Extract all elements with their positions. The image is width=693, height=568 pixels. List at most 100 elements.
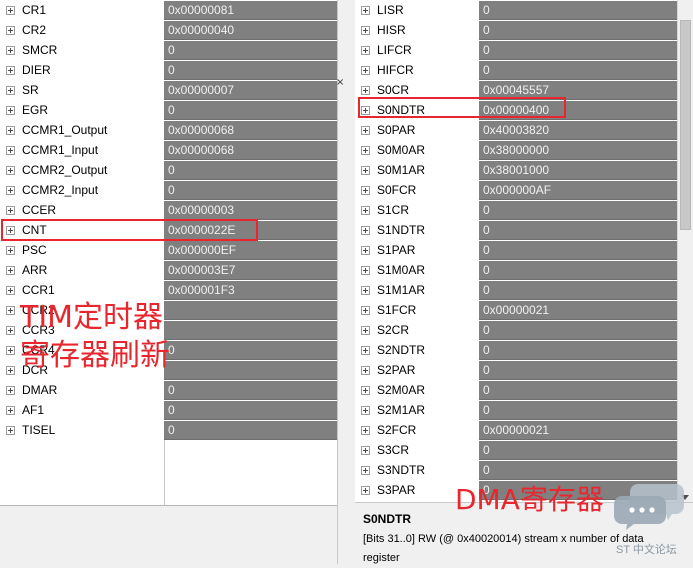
- tim-row-cr2[interactable]: CR2 0x00000040: [0, 20, 337, 40]
- register-value[interactable]: 0x00000021: [479, 420, 677, 440]
- register-value[interactable]: [164, 360, 337, 380]
- tim-row-ccmr1_output[interactable]: CCMR1_Output 0x00000068: [0, 120, 337, 140]
- expand-plus-icon[interactable]: [361, 25, 370, 35]
- register-value[interactable]: 0: [479, 220, 677, 240]
- expand-plus-icon[interactable]: [361, 85, 370, 95]
- expand-plus-icon[interactable]: [361, 125, 370, 135]
- register-value[interactable]: 0: [479, 340, 677, 360]
- register-value[interactable]: 0: [479, 380, 677, 400]
- expand-plus-icon[interactable]: [361, 205, 370, 215]
- dma-row-s1m0ar[interactable]: S1M0AR 0: [355, 260, 677, 280]
- expand-plus-icon[interactable]: [6, 165, 15, 175]
- expand-plus-icon[interactable]: [361, 5, 370, 15]
- register-value[interactable]: 0: [479, 60, 677, 80]
- expand-plus-icon[interactable]: [361, 285, 370, 295]
- expand-plus-icon[interactable]: [361, 225, 370, 235]
- tim-row-ccmr2_input[interactable]: CCMR2_Input 0: [0, 180, 337, 200]
- expand-plus-icon[interactable]: [6, 185, 15, 195]
- register-value[interactable]: 0x00000021: [479, 300, 677, 320]
- register-value[interactable]: 0x000000EF: [164, 240, 337, 260]
- expand-plus-icon[interactable]: [6, 125, 15, 135]
- dma-row-hifcr[interactable]: HIFCR 0: [355, 60, 677, 80]
- expand-plus-icon[interactable]: [6, 85, 15, 95]
- register-value[interactable]: 0x000001F3: [164, 280, 337, 300]
- expand-plus-icon[interactable]: [361, 145, 370, 155]
- dma-vertical-scrollbar[interactable]: [677, 0, 693, 502]
- dma-row-lifcr[interactable]: LIFCR 0: [355, 40, 677, 60]
- register-value[interactable]: 0: [479, 280, 677, 300]
- register-value[interactable]: 0: [479, 460, 677, 480]
- expand-plus-icon[interactable]: [361, 185, 370, 195]
- register-value[interactable]: 0: [164, 40, 337, 60]
- dma-row-s2cr[interactable]: S2CR 0: [355, 320, 677, 340]
- tim-row-tisel[interactable]: TISEL 0: [0, 420, 337, 440]
- dma-row-s0m1ar[interactable]: S0M1AR 0x38001000: [355, 160, 677, 180]
- expand-plus-icon[interactable]: [361, 165, 370, 175]
- register-value[interactable]: 0: [479, 200, 677, 220]
- register-value[interactable]: 0: [479, 240, 677, 260]
- expand-plus-icon[interactable]: [6, 325, 15, 335]
- tim-row-arr[interactable]: ARR 0x000003E7: [0, 260, 337, 280]
- register-value[interactable]: 0: [479, 260, 677, 280]
- expand-plus-icon[interactable]: [361, 305, 370, 315]
- register-value[interactable]: 0: [479, 40, 677, 60]
- dma-row-s1par[interactable]: S1PAR 0: [355, 240, 677, 260]
- dma-row-s1cr[interactable]: S1CR 0: [355, 200, 677, 220]
- expand-plus-icon[interactable]: [6, 245, 15, 255]
- expand-plus-icon[interactable]: [6, 145, 15, 155]
- dma-row-s3cr[interactable]: S3CR 0: [355, 440, 677, 460]
- expand-plus-icon[interactable]: [6, 65, 15, 75]
- tim-row-af1[interactable]: AF1 0: [0, 400, 337, 420]
- expand-plus-icon[interactable]: [6, 345, 15, 355]
- expand-plus-icon[interactable]: [6, 45, 15, 55]
- dma-row-hisr[interactable]: HISR 0: [355, 20, 677, 40]
- tim-row-dmar[interactable]: DMAR 0: [0, 380, 337, 400]
- expand-plus-icon[interactable]: [6, 105, 15, 115]
- dma-row-s2m0ar[interactable]: S2M0AR 0: [355, 380, 677, 400]
- expand-plus-icon[interactable]: [361, 45, 370, 55]
- register-value[interactable]: 0: [164, 100, 337, 120]
- register-value[interactable]: 0x00000040: [164, 20, 337, 40]
- register-value[interactable]: 0: [479, 0, 677, 20]
- expand-plus-icon[interactable]: [361, 445, 370, 455]
- dma-row-s2fcr[interactable]: S2FCR 0x00000021: [355, 420, 677, 440]
- register-value[interactable]: 0x000000AF: [479, 180, 677, 200]
- expand-plus-icon[interactable]: [6, 305, 15, 315]
- expand-plus-icon[interactable]: [361, 425, 370, 435]
- register-value[interactable]: 0: [164, 160, 337, 180]
- register-value[interactable]: 0x00000081: [164, 0, 337, 20]
- expand-plus-icon[interactable]: [6, 385, 15, 395]
- dma-row-s0par[interactable]: S0PAR 0x40003820: [355, 120, 677, 140]
- expand-plus-icon[interactable]: [361, 405, 370, 415]
- expand-plus-icon[interactable]: [6, 265, 15, 275]
- expand-plus-icon[interactable]: [361, 245, 370, 255]
- expand-plus-icon[interactable]: [6, 425, 15, 435]
- register-value[interactable]: 0x00000068: [164, 120, 337, 140]
- register-value[interactable]: 0: [164, 380, 337, 400]
- expand-plus-icon[interactable]: [361, 365, 370, 375]
- expand-plus-icon[interactable]: [6, 25, 15, 35]
- register-value[interactable]: [164, 300, 337, 320]
- dma-row-s1m1ar[interactable]: S1M1AR 0: [355, 280, 677, 300]
- register-value[interactable]: [164, 320, 337, 340]
- register-value[interactable]: 0: [479, 400, 677, 420]
- expand-plus-icon[interactable]: [361, 465, 370, 475]
- tim-row-psc[interactable]: PSC 0x000000EF: [0, 240, 337, 260]
- register-value[interactable]: 0: [164, 180, 337, 200]
- register-value[interactable]: 0: [479, 440, 677, 460]
- dma-row-s0m0ar[interactable]: S0M0AR 0x38000000: [355, 140, 677, 160]
- expand-plus-icon[interactable]: [6, 285, 15, 295]
- tim-row-ccr1[interactable]: CCR1 0x000001F3: [0, 280, 337, 300]
- tim-row-ccmr2_output[interactable]: CCMR2_Output 0: [0, 160, 337, 180]
- register-value[interactable]: 0x38000000: [479, 140, 677, 160]
- register-value[interactable]: 0: [479, 20, 677, 40]
- register-value[interactable]: 0x38001000: [479, 160, 677, 180]
- tim-row-cr1[interactable]: CR1 0x00000081: [0, 0, 337, 20]
- tim-row-smcr[interactable]: SMCR 0: [0, 40, 337, 60]
- tim-row-dier[interactable]: DIER 0: [0, 60, 337, 80]
- expand-plus-icon[interactable]: [6, 405, 15, 415]
- expand-plus-icon[interactable]: [6, 5, 15, 15]
- register-value[interactable]: 0x40003820: [479, 120, 677, 140]
- register-value[interactable]: 0x00000068: [164, 140, 337, 160]
- tim-row-ccmr1_input[interactable]: CCMR1_Input 0x00000068: [0, 140, 337, 160]
